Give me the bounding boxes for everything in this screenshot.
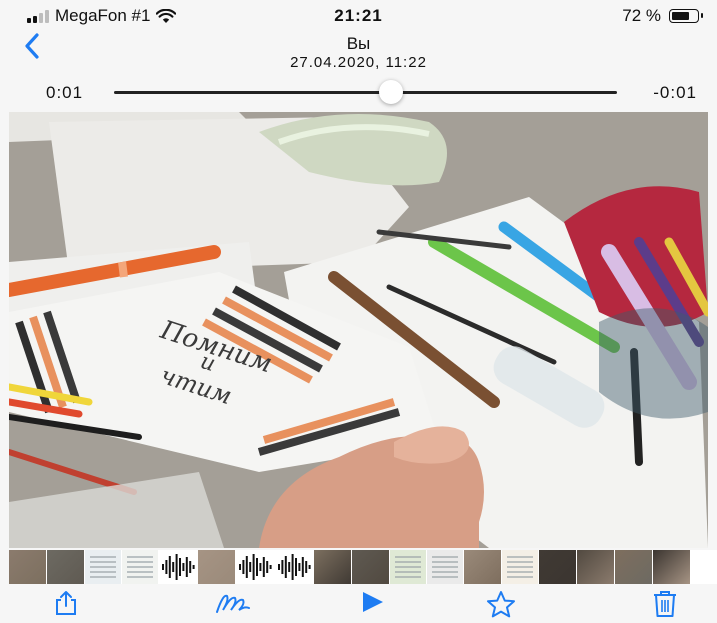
filmstrip-frame-photo[interactable] [615, 550, 652, 584]
video-still-image: Помним и чтим [9, 112, 708, 548]
video-frame[interactable]: Помним и чтим [9, 112, 708, 548]
document-thumbnail [90, 556, 116, 578]
scrubber-track[interactable] [114, 80, 617, 104]
markup-icon [216, 594, 250, 613]
status-bar: MegaFon #1 21:21 72 % [0, 0, 717, 28]
filmstrip-frame-document[interactable] [85, 550, 121, 584]
share-button[interactable] [54, 590, 78, 621]
star-icon [487, 591, 515, 618]
filmstrip-frame-photo[interactable] [539, 550, 576, 584]
filmstrip-frame-audio[interactable] [236, 550, 274, 584]
navigation-bar: Вы 27.04.2020, 11:22 [0, 28, 717, 72]
elapsed-time: 0:01 [46, 83, 84, 102]
bottom-toolbar [0, 586, 717, 621]
document-thumbnail [432, 556, 458, 578]
delete-button[interactable] [652, 590, 678, 623]
filmstrip-frame-photo[interactable] [653, 550, 690, 584]
filmstrip-frame-photo[interactable] [9, 550, 46, 584]
trash-icon [654, 591, 676, 617]
document-thumbnail [127, 556, 153, 578]
filmstrip-frame-photo[interactable] [198, 550, 235, 584]
filmstrip-frame-photo[interactable] [352, 550, 389, 584]
scrubber-thumb[interactable] [378, 80, 403, 104]
filmstrip-frame-document[interactable] [122, 550, 158, 584]
header-title: Вы [346, 34, 371, 53]
filmstrip-frame-photo[interactable] [577, 550, 614, 584]
filmstrip-frame-photo[interactable] [47, 550, 84, 584]
play-button[interactable] [361, 590, 385, 619]
waveform-icon [278, 554, 311, 580]
battery-group: 72 % [622, 6, 703, 26]
filmstrip-frame-audio[interactable] [275, 550, 313, 584]
document-thumbnail [507, 556, 533, 578]
filmstrip-frame-photo[interactable] [464, 550, 501, 584]
filmstrip-frame-document[interactable] [502, 550, 538, 584]
battery-percent: 72 % [622, 6, 661, 25]
filmstrip[interactable] [9, 550, 717, 584]
play-icon [363, 592, 383, 612]
filmstrip-frame-document[interactable] [390, 550, 426, 584]
header-subtitle: 27.04.2020, 11:22 [290, 54, 427, 71]
status-time: 21:21 [334, 6, 383, 25]
favorite-button[interactable] [486, 590, 516, 623]
remaining-time: -0:01 [653, 83, 697, 102]
battery-icon [669, 9, 703, 23]
document-thumbnail [395, 556, 421, 578]
filmstrip-frame-audio[interactable] [159, 550, 197, 584]
filmstrip-frame-photo[interactable] [314, 550, 351, 584]
markup-button[interactable] [215, 590, 253, 621]
video-scrubber: 0:01 -0:01 [0, 74, 717, 110]
waveform-icon [162, 554, 195, 580]
share-icon [56, 591, 76, 615]
filmstrip-frame-document[interactable] [427, 550, 463, 584]
waveform-icon [239, 554, 272, 580]
